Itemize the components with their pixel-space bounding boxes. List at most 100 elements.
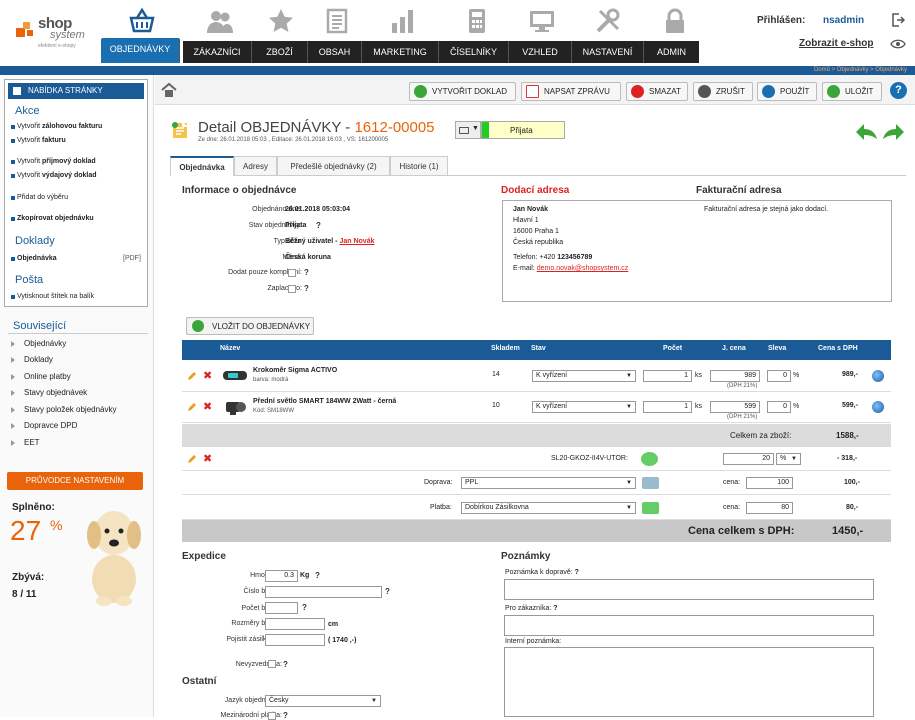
qty-input[interactable]: 1 bbox=[643, 401, 692, 413]
qty-input[interactable]: 1 bbox=[643, 370, 692, 382]
save-button[interactable]: ULOŽIT bbox=[822, 82, 882, 101]
unit-price-input[interactable]: 989 bbox=[710, 370, 760, 382]
payment-select[interactable]: Dobírkou Zásilkovna bbox=[461, 502, 636, 514]
globe-icon[interactable] bbox=[872, 401, 884, 413]
show-eshop-link[interactable]: Zobrazit e-shop bbox=[799, 38, 873, 49]
cancel-button[interactable]: ZRUŠIT bbox=[693, 82, 753, 101]
complete-only-checkbox[interactable] bbox=[288, 269, 296, 277]
logo[interactable]: shop system efektivní e-shopy bbox=[16, 14, 88, 49]
related-link-orders[interactable]: Objednávky bbox=[24, 339, 66, 348]
unit-price-input[interactable]: 599 bbox=[710, 401, 760, 413]
related-link-online-payments[interactable]: Online platby bbox=[24, 372, 71, 381]
customer-link[interactable]: Jan Novák bbox=[339, 238, 374, 245]
content-icon[interactable] bbox=[323, 7, 351, 35]
help-question-icon[interactable]: ? bbox=[302, 603, 307, 612]
tab-previous-orders[interactable]: Předešlé objednávky (2) bbox=[277, 156, 390, 175]
copy-order-link[interactable]: Zkopírovat objednávku bbox=[17, 215, 94, 222]
delete-x-icon[interactable]: ✖ bbox=[203, 369, 212, 382]
tab-history[interactable]: Historie (1) bbox=[390, 156, 448, 175]
help-question-icon[interactable]: ? bbox=[304, 268, 309, 277]
parcel-count-input[interactable] bbox=[265, 602, 298, 614]
add-to-selection-link[interactable]: Přidat do výběru bbox=[17, 194, 68, 201]
home-icon[interactable] bbox=[161, 82, 177, 98]
edit-pencil-icon[interactable] bbox=[187, 454, 197, 464]
related-link-eet[interactable]: EET bbox=[24, 438, 40, 447]
help-button[interactable]: ? bbox=[890, 82, 907, 99]
globe-icon[interactable] bbox=[872, 370, 884, 382]
basket-icon[interactable] bbox=[128, 7, 156, 35]
related-link-docs[interactable]: Doklady bbox=[24, 355, 53, 364]
doc-order-link[interactable]: Objednávka bbox=[17, 255, 57, 262]
payment-price-input[interactable]: 80 bbox=[746, 502, 793, 514]
calculator-icon[interactable] bbox=[463, 7, 491, 35]
tab-obsah[interactable]: OBSAH bbox=[308, 41, 362, 63]
tab-zbozi[interactable]: ZBOŽÍ bbox=[252, 41, 308, 63]
note-carrier-textarea[interactable] bbox=[504, 579, 874, 600]
tab-addresses[interactable]: Adresy bbox=[234, 156, 277, 175]
help-question-icon[interactable]: ? bbox=[316, 221, 321, 230]
edit-pencil-icon[interactable] bbox=[187, 371, 197, 381]
tab-zakaznici[interactable]: ZÁKAZNÍCI bbox=[183, 41, 252, 63]
email-link[interactable]: demo.novak@shopsystem.cz bbox=[537, 265, 629, 272]
monitor-icon[interactable] bbox=[528, 7, 556, 35]
coupon-unit-select[interactable]: % bbox=[776, 453, 801, 465]
star-icon[interactable] bbox=[267, 7, 295, 35]
login-user-link[interactable]: nsadmin bbox=[823, 15, 864, 26]
tab-vzhled[interactable]: VZHLED bbox=[509, 41, 572, 63]
delete-x-icon[interactable]: ✖ bbox=[203, 452, 212, 465]
weight-input[interactable]: 0.3 bbox=[265, 570, 298, 582]
edit-pencil-icon[interactable] bbox=[187, 402, 197, 412]
write-message-button[interactable]: NAPSAT ZPRÁVU bbox=[521, 82, 621, 101]
eye-icon[interactable] bbox=[890, 38, 906, 50]
delete-x-icon[interactable]: ✖ bbox=[203, 400, 212, 413]
shipping-price-input[interactable]: 100 bbox=[746, 477, 793, 489]
help-question-icon[interactable]: ? bbox=[304, 284, 309, 293]
discount-input[interactable]: 0 bbox=[767, 401, 791, 413]
help-question-icon[interactable]: ? bbox=[315, 571, 320, 580]
language-select[interactable]: Česky bbox=[265, 695, 381, 707]
shipping-select[interactable]: PPL bbox=[461, 477, 636, 489]
help-question-icon[interactable]: ? bbox=[385, 587, 390, 596]
coupon-value-input[interactable]: 20 bbox=[723, 453, 774, 465]
lock-icon[interactable] bbox=[661, 7, 689, 35]
parcel-number-input[interactable] bbox=[265, 586, 382, 598]
chart-icon[interactable] bbox=[389, 7, 417, 35]
tab-nastaveni[interactable]: NASTAVENÍ bbox=[572, 41, 644, 63]
tab-admin[interactable]: ADMIN bbox=[644, 41, 699, 63]
dimensions-input[interactable] bbox=[265, 618, 325, 630]
customers-icon[interactable] bbox=[206, 7, 234, 35]
help-question-icon[interactable]: ? bbox=[283, 711, 288, 720]
logout-icon[interactable] bbox=[891, 13, 905, 27]
apply-button[interactable]: POUŽÍT bbox=[757, 82, 817, 101]
add-to-order-button[interactable]: VLOŽIT DO OBJEDNÁVKY bbox=[186, 317, 314, 335]
create-receipt-link[interactable]: Vytvořit příjmový doklad bbox=[17, 158, 96, 165]
prev-arrow-icon[interactable] bbox=[855, 123, 879, 141]
help-question-icon[interactable]: ? bbox=[283, 660, 288, 669]
delete-button[interactable]: SMAZAT bbox=[626, 82, 688, 101]
tab-objednavky[interactable]: OBJEDNÁVKY bbox=[101, 38, 180, 63]
create-advance-invoice-link[interactable]: Vytvořit zálohovou fakturu bbox=[17, 123, 102, 130]
related-link-order-states[interactable]: Stavy objednávek bbox=[24, 388, 87, 397]
setup-guide-button[interactable]: PRŮVODCE NASTAVENÍM bbox=[7, 472, 143, 490]
insure-input[interactable] bbox=[265, 634, 325, 646]
breadcrumb[interactable]: Domů > Objednávky > Objednávky bbox=[814, 66, 907, 75]
create-expense-link[interactable]: Vytvořit výdajový doklad bbox=[17, 172, 97, 179]
intl-payment-checkbox[interactable] bbox=[268, 712, 276, 720]
paid-checkbox[interactable] bbox=[288, 285, 296, 293]
next-arrow-icon[interactable] bbox=[881, 123, 905, 141]
status-dropdown[interactable]: ▼ bbox=[455, 121, 481, 139]
note-customer-textarea[interactable] bbox=[504, 615, 874, 636]
related-link-item-states[interactable]: Stavy položek objednávky bbox=[24, 405, 117, 414]
discount-input[interactable]: 0 bbox=[767, 370, 791, 382]
print-label-link[interactable]: Vytisknout štítek na balík bbox=[17, 293, 94, 300]
doc-pdf-link[interactable]: [PDF] bbox=[123, 255, 141, 262]
note-internal-textarea[interactable] bbox=[504, 647, 874, 717]
product-name[interactable]: Krokoměr Sigma ACTIVO bbox=[253, 367, 337, 374]
tab-ciselniky[interactable]: ČÍSELNÍKY bbox=[439, 41, 509, 63]
tab-order[interactable]: Objednávka bbox=[170, 156, 234, 176]
product-name[interactable]: Přední světlo SMART 184WW 2Watt - černá bbox=[253, 398, 396, 405]
create-invoice-link[interactable]: Vytvořit fakturu bbox=[17, 137, 66, 144]
tools-icon[interactable] bbox=[594, 7, 622, 35]
item-state-select[interactable]: K vyřízení bbox=[532, 370, 636, 382]
create-document-button[interactable]: VYTVOŘIT DOKLAD bbox=[409, 82, 516, 101]
